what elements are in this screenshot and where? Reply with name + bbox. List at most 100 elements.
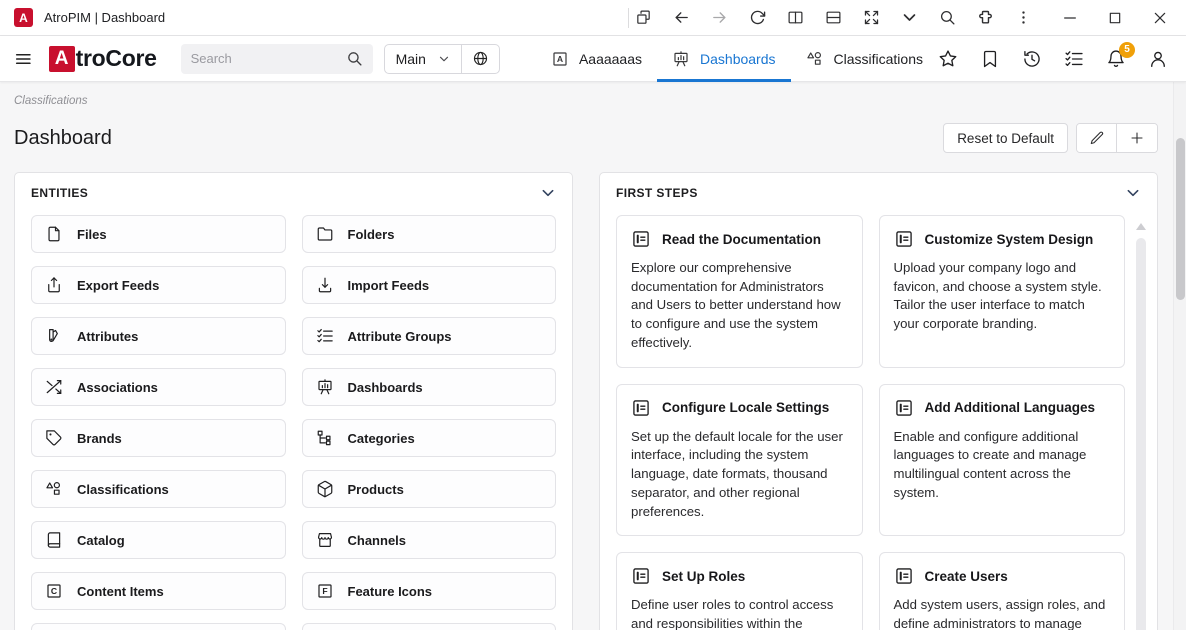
star-button[interactable]: [938, 49, 958, 69]
entity-button[interactable]: Products: [302, 470, 557, 508]
entity-button[interactable]: Files: [31, 215, 286, 253]
tab-classifications[interactable]: Classifications: [791, 36, 938, 81]
entity-button[interactable]: [302, 623, 557, 630]
svg-text:C: C: [51, 586, 57, 596]
entity-button[interactable]: Folders: [302, 215, 557, 253]
tab-label: Aaaaaaas: [579, 51, 642, 67]
back-icon[interactable]: [673, 9, 690, 26]
search-input[interactable]: [191, 51, 346, 66]
entity-button[interactable]: Catalog: [31, 521, 286, 559]
search-box[interactable]: [181, 44, 373, 74]
entity-button[interactable]: Brands: [31, 419, 286, 457]
collapse-chevron-icon[interactable]: [540, 185, 556, 201]
book-icon: [45, 531, 63, 549]
reset-to-default-button[interactable]: Reset to Default: [943, 123, 1068, 153]
notification-badge: 5: [1119, 42, 1135, 58]
chevron-down-icon[interactable]: [901, 9, 918, 26]
a-square-icon: A: [551, 50, 569, 68]
search-icon[interactable]: [346, 50, 363, 67]
add-dashlet-button[interactable]: [1117, 124, 1157, 152]
split-horizontal-icon[interactable]: [825, 9, 842, 26]
card-title: Create Users: [925, 569, 1008, 584]
forward-icon[interactable]: [711, 9, 728, 26]
entity-button[interactable]: Attributes: [31, 317, 286, 355]
locale-globe-button[interactable]: [461, 45, 499, 73]
star-icon: [938, 49, 958, 69]
zoom-icon[interactable]: [939, 9, 956, 26]
page-scrollbar-thumb[interactable]: [1176, 138, 1185, 300]
entity-button[interactable]: Categories: [302, 419, 557, 457]
edit-dashboard-button[interactable]: [1077, 124, 1117, 152]
entity-label: Folders: [348, 227, 395, 242]
first-steps-card[interactable]: Set Up RolesDefine user roles to control…: [616, 552, 863, 630]
reload-icon[interactable]: [749, 9, 766, 26]
bell-button[interactable]: 5: [1106, 49, 1126, 69]
page-scrollbar[interactable]: [1173, 82, 1186, 630]
import-icon: [316, 276, 334, 294]
app-logo[interactable]: A troCore: [49, 45, 157, 72]
breadcrumb[interactable]: Classifications: [0, 82, 102, 107]
article-icon: [894, 398, 914, 418]
duplicate-tab-icon[interactable]: [635, 9, 652, 26]
entity-button[interactable]: Classifications: [31, 470, 286, 508]
history-button[interactable]: [1022, 49, 1042, 69]
card-title: Customize System Design: [925, 232, 1094, 247]
hamburger-menu-icon[interactable]: [14, 49, 33, 69]
title-actions: Reset to Default: [943, 123, 1158, 153]
tab-aaaaaaas[interactable]: A Aaaaaaas: [536, 36, 657, 81]
checklist-button[interactable]: [1064, 49, 1084, 69]
article-icon: [631, 398, 651, 418]
panel-scrollbar-thumb[interactable]: [1136, 238, 1146, 630]
extensions-icon[interactable]: [977, 9, 994, 26]
entity-button[interactable]: Export Feeds: [31, 266, 286, 304]
article-icon: [631, 566, 651, 586]
app-header: A troCore Main A Aaaaaaas Dashboards Classi…: [0, 36, 1186, 82]
dashlets-row: ENTITIES Files Folders Export Feeds Import …: [0, 172, 1186, 630]
panel-scrollbar[interactable]: [1135, 215, 1147, 630]
maximize-icon[interactable]: [1107, 10, 1123, 26]
entity-label: Feature Icons: [348, 584, 433, 599]
entity-button[interactable]: Channels: [302, 521, 557, 559]
close-icon[interactable]: [1152, 10, 1168, 26]
scroll-up-arrow-icon[interactable]: [1136, 223, 1146, 230]
menu-kebab-icon[interactable]: [1015, 9, 1032, 26]
first-steps-card[interactable]: Configure Locale SettingsSet up the defa…: [616, 384, 863, 537]
nav-group-value: Main: [396, 51, 426, 67]
first-steps-card[interactable]: Create UsersAdd system users, assign rol…: [879, 552, 1126, 630]
first-steps-card[interactable]: Customize System DesignUpload your compa…: [879, 215, 1126, 368]
history-icon: [1022, 49, 1042, 69]
minimize-icon[interactable]: [1062, 10, 1078, 26]
fullscreen-icon[interactable]: [863, 9, 880, 26]
entity-button[interactable]: Dashboards: [302, 368, 557, 406]
entity-button[interactable]: Associations: [31, 368, 286, 406]
page-content: Classifications Dashboard Reset to Defau…: [0, 82, 1186, 630]
first-steps-card[interactable]: Read the DocumentationExplore our compre…: [616, 215, 863, 368]
browser-controls: [635, 9, 1032, 26]
export-icon: [45, 276, 63, 294]
bookmark-button[interactable]: [980, 49, 1000, 69]
entity-button[interactable]: FFeature Icons: [302, 572, 557, 610]
entity-label: Classifications: [77, 482, 169, 497]
entities-panel: ENTITIES Files Folders Export Feeds Import …: [14, 172, 573, 630]
collapse-chevron-icon[interactable]: [1125, 185, 1141, 201]
first-steps-panel-title: FIRST STEPS: [616, 186, 698, 200]
first-steps-card[interactable]: Add Additional LanguagesEnable and confi…: [879, 384, 1126, 537]
article-icon: [631, 229, 651, 249]
tab-label: Dashboards: [700, 51, 776, 67]
nav-group-select[interactable]: Main: [385, 45, 461, 73]
entities-panel-header: ENTITIES: [15, 173, 572, 211]
nav-tabs: A Aaaaaaas Dashboards Classifications: [536, 36, 938, 81]
card-description: Set up the default locale for the user i…: [631, 428, 848, 522]
split-vertical-icon[interactable]: [787, 9, 804, 26]
entity-button[interactable]: [31, 623, 286, 630]
first-steps-panel-header: FIRST STEPS: [600, 173, 1157, 211]
tab-dashboards[interactable]: Dashboards: [657, 36, 791, 81]
entity-button[interactable]: Import Feeds: [302, 266, 557, 304]
user-button[interactable]: [1148, 49, 1168, 69]
bookmark-icon: [980, 49, 1000, 69]
card-description: Explore our comprehensive documentation …: [631, 259, 848, 353]
entity-button[interactable]: CContent Items: [31, 572, 286, 610]
entity-button[interactable]: Attribute Groups: [302, 317, 557, 355]
entity-label: Products: [348, 482, 404, 497]
globe-icon: [472, 50, 489, 67]
